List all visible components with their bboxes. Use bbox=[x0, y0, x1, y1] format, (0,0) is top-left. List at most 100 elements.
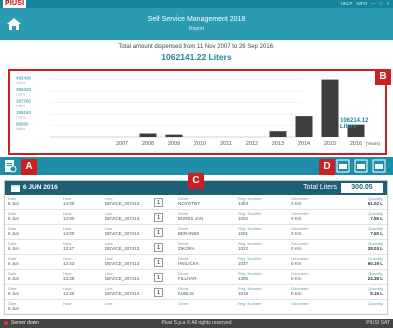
table-row[interactable]: Date 6 Jun Hour 13:30 Line DEVICE_207413 Drive… bbox=[5, 285, 387, 300]
cell-quantity: Quantity 7.55 L bbox=[368, 211, 383, 221]
cell-reg: Reg. Number 1001 bbox=[238, 226, 262, 236]
minimize-button[interactable]: — bbox=[371, 0, 376, 8]
cell-value-driver: BERANEK bbox=[178, 231, 200, 236]
entry-count-button[interactable]: 1 bbox=[154, 243, 163, 252]
entry-count-button[interactable]: 1 bbox=[154, 258, 163, 267]
chart-panel: 495430 Liters 396320 Liters 297260 Liters 1981… bbox=[8, 69, 387, 155]
cell-hour: Hour 14:09 bbox=[63, 196, 74, 206]
cell-reg: Reg. Number 1022 bbox=[238, 241, 262, 251]
cell-value-date: 6 Jun bbox=[8, 231, 20, 236]
cell-value-hour: 14:00 bbox=[63, 231, 75, 236]
table-row[interactable]: Date 6 Jun Hour Line Driver Reg. Number Odomet… bbox=[5, 300, 387, 314]
table-row[interactable]: Date 6 Jun Hour 14:00 Line DEVICE_207413 Drive… bbox=[5, 210, 387, 225]
cell-value-reg: 1037 bbox=[238, 261, 249, 266]
maximize-button[interactable]: □ bbox=[380, 0, 383, 8]
cell-value-quantity: 60.19 L bbox=[367, 261, 383, 266]
panel-date: 6 JUN 2016 bbox=[23, 184, 58, 191]
brand-text: PIUSI SAT bbox=[366, 320, 390, 326]
cell-value-date: 6 Jun bbox=[8, 246, 20, 251]
cell-quantity: Quantity 28.03 L bbox=[368, 241, 383, 251]
export-pdf-icon[interactable] bbox=[354, 159, 368, 173]
cell-driver: Driver FILLHAR bbox=[178, 271, 197, 281]
cell-reg: Reg. Number 1037 bbox=[238, 256, 262, 266]
cell-value-driver: KUBLIS bbox=[178, 291, 195, 296]
cell-line: Line DEVICE_207413 bbox=[105, 196, 139, 206]
cell-hour: Hour 14:00 bbox=[63, 226, 74, 236]
cell-label-hour: Hour bbox=[63, 301, 72, 306]
cell-odometer: Odometer 0 Km bbox=[291, 256, 309, 266]
close-button[interactable]: × bbox=[386, 0, 389, 8]
y-tick-unit: Liters bbox=[16, 127, 25, 131]
export-xls-icon[interactable] bbox=[372, 159, 386, 173]
entry-count-button[interactable]: 1 bbox=[154, 288, 163, 297]
chart-total-annotation: 106214.12 Liters bbox=[340, 118, 369, 130]
table-row[interactable]: Date 6 Jun Hour 14:00 Line DEVICE_207413 Drive… bbox=[5, 225, 387, 240]
cell-label-line: Line bbox=[105, 301, 113, 306]
table-row[interactable]: Date 6 Jun Hour 13:47 Line DEVICE_207413 Drive… bbox=[5, 240, 387, 255]
cell-value-reg: 1463 bbox=[238, 201, 249, 206]
x-tick-label: 2014 bbox=[298, 141, 310, 147]
cell-date: Date 6 Jun bbox=[8, 301, 19, 311]
table-row[interactable]: Date 6 Jun Hour 14:09 Line DEVICE_207413 Drive… bbox=[5, 195, 387, 210]
info-link[interactable]: INFO bbox=[356, 0, 367, 8]
cell-value-hour: 13:30 bbox=[63, 291, 75, 296]
cell-line: Line bbox=[105, 301, 113, 306]
help-link[interactable]: HELP bbox=[341, 0, 353, 8]
cell-value-driver: HNILICKA bbox=[178, 261, 199, 266]
cell-value-date: 6 Jun bbox=[8, 306, 20, 311]
entry-count-button[interactable]: 1 bbox=[154, 213, 163, 222]
cell-value-date: 6 Jun bbox=[8, 261, 20, 266]
bar-2008[interactable] bbox=[139, 133, 157, 137]
piusi-logo: PIUSI bbox=[3, 0, 27, 8]
cell-value-reg: 1405 bbox=[238, 276, 249, 281]
y-tick-unit: Liters bbox=[16, 104, 25, 108]
cell-odometer: Odometer 0 Km bbox=[291, 271, 309, 281]
cell-value-driver: ZIKORA bbox=[178, 246, 195, 251]
copyright-text: Piusi S.p.a © All rights reserved bbox=[161, 320, 232, 326]
transactions-panel: 6 JUN 2016 Total Liters 300.05 Date 6 Jun… bbox=[4, 180, 388, 315]
cell-driver: Driver bbox=[178, 301, 189, 306]
cell-reg: Reg. Number 1463 bbox=[238, 196, 262, 206]
cell-value-quantity: 7.55 L bbox=[370, 216, 383, 221]
cell-value-date: 6 Jun bbox=[8, 216, 20, 221]
app-title: Self Service Management 2018 bbox=[147, 16, 246, 23]
cell-odometer: Odometer bbox=[291, 301, 309, 306]
summary-value: 1062141.22 Liters bbox=[161, 52, 232, 62]
bar-2013[interactable] bbox=[269, 131, 287, 137]
entry-count-button[interactable]: 1 bbox=[154, 273, 163, 282]
cell-driver: Driver NOVOTNY bbox=[178, 196, 200, 206]
entry-count-button[interactable]: 1 bbox=[154, 228, 163, 237]
cell-driver: Driver KUBLIS bbox=[178, 286, 194, 296]
cell-quantity: Quantity 7.50 L bbox=[368, 226, 383, 236]
status-bar: Server down Piusi S.p.a © All rights res… bbox=[0, 319, 393, 328]
table-row[interactable]: Date 6 Jun Hour 13:39 Line DEVICE_207413 Drive… bbox=[5, 270, 387, 285]
cell-value-odometer: 0 Km bbox=[291, 261, 302, 266]
cell-value-odometer: 0 Km bbox=[291, 291, 302, 296]
export-csv-icon[interactable] bbox=[336, 159, 350, 173]
cell-value-odometer: 0 Km bbox=[291, 276, 302, 281]
cell-date: Date 6 Jun bbox=[8, 196, 19, 206]
cell-value-hour: 14:00 bbox=[63, 216, 75, 221]
bar-2014[interactable] bbox=[295, 116, 313, 137]
calendar-icon bbox=[11, 185, 20, 192]
cell-value-date: 6 Jun bbox=[8, 201, 20, 206]
page-subtitle: Report bbox=[188, 26, 204, 32]
total-liters-value: 300.05 bbox=[341, 183, 383, 193]
bar-2009[interactable] bbox=[165, 134, 183, 137]
entry-count-button[interactable]: 1 bbox=[154, 198, 163, 207]
cell-label-odometer: Odometer bbox=[291, 301, 309, 306]
table-row[interactable]: Date 6 Jun Hour 13:43 Line DEVICE_207413 Drive… bbox=[5, 255, 387, 270]
bar-2015[interactable] bbox=[321, 79, 339, 137]
cell-value-hour: 13:47 bbox=[63, 246, 75, 251]
window-controls: HELP INFO — □ × bbox=[341, 0, 389, 8]
y-tick-label: 198160 bbox=[16, 110, 32, 115]
report-icon[interactable] bbox=[3, 159, 17, 173]
cell-date: Date 6 Jun bbox=[8, 286, 19, 296]
y-tick-unit: Liters bbox=[16, 116, 25, 120]
cell-value-driver: NOVOTNY bbox=[178, 201, 201, 206]
cell-value-quantity: 61.02 L bbox=[367, 201, 383, 206]
bar-chart: 495430Liters396320Liters297260Liters1981… bbox=[16, 76, 380, 147]
cell-driver: Driver ZIKORA bbox=[178, 241, 195, 251]
badge-b: B bbox=[375, 69, 391, 85]
cell-value-hour: 13:39 bbox=[63, 276, 75, 281]
